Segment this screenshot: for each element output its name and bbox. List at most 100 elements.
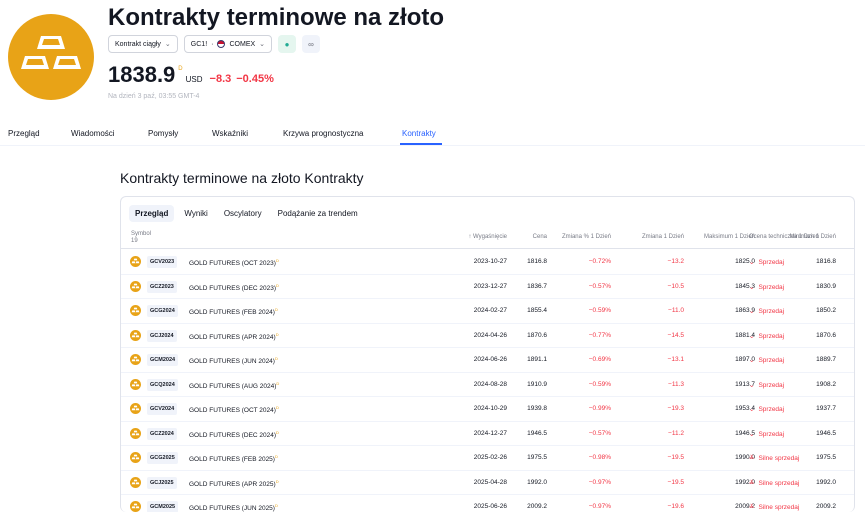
- tab-indicators[interactable]: Wskaźniki: [212, 129, 248, 138]
- change-pct-cell: −0.77%: [588, 331, 611, 339]
- low-cell: 1946.5: [816, 429, 836, 437]
- change-pct-cell: −0.99%: [588, 405, 611, 412]
- ticker-badge[interactable]: GCZ2023: [147, 280, 177, 293]
- price-column-header[interactable]: Cena: [533, 234, 547, 240]
- gold-bars-icon: [130, 403, 141, 414]
- gold-bars-icon: [130, 427, 141, 439]
- symbol-count: 19: [131, 238, 138, 244]
- contract-type-dropdown[interactable]: Kontrakt ciągły ⌄: [108, 35, 178, 53]
- table-row[interactable]: GCZ2023 GOLD FUTURES (DEC 2023)D 2023-12…: [121, 275, 854, 299]
- expiration-cell: 2024-06-26: [473, 356, 507, 363]
- table-row[interactable]: GCZ2024 GOLD FUTURES (DEC 2024)D 2024-12…: [121, 422, 854, 446]
- table-row[interactable]: GCG2025 GOLD FUTURES (FEB 2025)D 2025-02…: [121, 446, 854, 471]
- change-pct-cell: −0.72%: [588, 258, 611, 265]
- table-row[interactable]: GCJ2025 GOLD FUTURES (APR 2025)D 2025-04…: [121, 471, 854, 495]
- table-row[interactable]: GCQ2024 GOLD FUTURES (AUG 2024)D 2024-08…: [121, 373, 854, 397]
- rating-cell: ⌄ Sprzedaj: [749, 258, 784, 266]
- table-row[interactable]: GCJ2024 GOLD FUTURES (APR 2024)D 2024-04…: [121, 324, 854, 348]
- change-pct-cell: −0.97%: [588, 503, 611, 510]
- contract-name: GOLD FUTURES (DEC 2024)D: [189, 430, 279, 439]
- ticker-badge[interactable]: GCJ2025: [147, 476, 177, 489]
- ticker-badge[interactable]: GCQ2024: [147, 378, 178, 391]
- page-title: Kontrakty terminowe na złoto: [108, 4, 445, 31]
- gold-bars-icon: [130, 476, 141, 488]
- sell-arrow-icon: ⌄: [749, 332, 755, 340]
- delay-marker: D: [276, 429, 279, 435]
- chevron-down-icon: ⌄: [259, 41, 266, 48]
- ticker-badge[interactable]: GCV2023: [147, 256, 178, 268]
- rating-text: Sprzedaj: [758, 259, 785, 266]
- expiration-column-header[interactable]: ↑ Wygaśnięcie: [468, 234, 507, 240]
- contract-name: GOLD FUTURES (JUN 2025)D: [189, 503, 278, 512]
- change-pct-cell: −0.59%: [588, 307, 611, 314]
- change-pct-cell: −0.57%: [588, 282, 611, 290]
- sell-arrow-icon: ⌄: [749, 357, 755, 364]
- price-row: 1838.9 D USD −8.3 −0.45%: [108, 62, 274, 88]
- table-row[interactable]: GCM2024 GOLD FUTURES (JUN 2024)D 2024-06…: [121, 348, 854, 373]
- subtab-trend-following[interactable]: Podążanie za trendem: [272, 205, 364, 222]
- delay-marker: D: [275, 331, 279, 337]
- ticker-badge[interactable]: GCM2025: [147, 501, 179, 512]
- price-cell: 1836.7: [527, 282, 547, 290]
- tab-overview[interactable]: Przegląd: [8, 129, 40, 138]
- rating-cell: ⌄ Sprzedaj: [749, 332, 784, 340]
- rating-cell: ≚ Silne sprzedaj: [749, 479, 799, 487]
- expiration-cell: 2023-12-27: [473, 282, 507, 290]
- table-row[interactable]: GCM2025 GOLD FUTURES (JUN 2025)D 2025-06…: [121, 495, 854, 512]
- symbol-exchange-dropdown[interactable]: GC1! · COMEX ⌄: [183, 35, 273, 53]
- change-column-header[interactable]: Zmiana 1 Dzień: [642, 234, 684, 240]
- low-cell: 1816.8: [816, 258, 836, 265]
- expiration-cell: 2024-02-27: [473, 307, 507, 314]
- price-change-abs: −8.3: [209, 73, 232, 85]
- link-button[interactable]: ∞: [302, 35, 321, 53]
- ticker-badge[interactable]: GCG2024: [147, 305, 178, 317]
- ticker-badge[interactable]: GCV2024: [147, 403, 178, 415]
- table-row[interactable]: GCV2023 GOLD FUTURES (OCT 2023)D 2023-10…: [121, 250, 854, 275]
- rating-text: Sprzedaj: [758, 381, 785, 389]
- rating-column-header[interactable]: Ocena techniczna 1 Dzień: [749, 234, 819, 240]
- contract-name-text: GOLD FUTURES (DEC 2024): [189, 431, 277, 439]
- change-cell: −11.3: [668, 380, 684, 388]
- delay-marker: D: [178, 66, 183, 72]
- sell-arrow-icon: ≚: [749, 504, 755, 511]
- subtab-performance[interactable]: Wyniki: [178, 205, 213, 222]
- price-cell: 1975.5: [527, 454, 547, 461]
- gold-bars-icon: [130, 452, 141, 463]
- tab-ideas[interactable]: Pomysły: [148, 129, 178, 138]
- change-cell: −19.3: [667, 405, 684, 412]
- ticker-badge[interactable]: GCJ2024: [147, 329, 177, 342]
- contracts-table-panel: Przegląd Wyniki Oscylatory Podążanie za …: [120, 196, 855, 512]
- rating-cell: ⌄ Sprzedaj: [749, 381, 784, 389]
- ticker-badge[interactable]: GCZ2024: [147, 427, 177, 440]
- rating-cell: ⌄ Sprzedaj: [749, 405, 784, 413]
- price-cell: 1855.4: [527, 307, 547, 314]
- contract-name-text: GOLD FUTURES (JUN 2025): [189, 505, 275, 512]
- change-cell: −19.5: [667, 454, 684, 461]
- low-cell: 1937.7: [816, 405, 836, 412]
- symbol-column-header[interactable]: Symbol: [131, 231, 151, 237]
- ticker-badge[interactable]: GCG2025: [147, 452, 178, 464]
- tab-forward-curve[interactable]: Krzywa prognostyczna: [283, 129, 363, 138]
- ticker-badge[interactable]: GCM2024: [147, 354, 179, 366]
- contract-name: GOLD FUTURES (FEB 2025)D: [189, 454, 278, 463]
- table-row[interactable]: GCG2024 GOLD FUTURES (FEB 2024)D 2024-02…: [121, 299, 854, 324]
- low-cell: 1975.5: [816, 454, 836, 461]
- delay-marker: D: [276, 282, 279, 288]
- tab-contracts[interactable]: Kontrakty: [402, 129, 436, 138]
- high-column-header[interactable]: Maksimum 1 Dzień: [704, 234, 755, 240]
- tab-news[interactable]: Wiadomości: [71, 129, 115, 138]
- low-cell: 1850.2: [816, 307, 836, 314]
- subtab-overview[interactable]: Przegląd: [129, 205, 175, 222]
- contract-name-text: GOLD FUTURES (OCT 2024): [189, 407, 276, 415]
- subtab-oscillators[interactable]: Oscylatory: [218, 205, 268, 222]
- expiration-cell: 2025-06-26: [473, 503, 507, 510]
- change-cell: −10.5: [667, 282, 684, 290]
- rating-text: Sprzedaj: [758, 283, 785, 291]
- price-cell: 1816.8: [527, 258, 547, 265]
- rating-text: Silne sprzedaj: [758, 479, 800, 487]
- sell-arrow-icon: ⌄: [749, 381, 755, 389]
- change-pct-column-header[interactable]: Zmiana % 1 Dzień: [562, 234, 611, 240]
- market-status-button[interactable]: ●: [278, 35, 297, 53]
- table-row[interactable]: GCV2024 GOLD FUTURES (OCT 2024)D 2024-10…: [121, 397, 854, 422]
- symbol-header: Kontrakty terminowe na złoto Kontrakt ci…: [8, 0, 865, 120]
